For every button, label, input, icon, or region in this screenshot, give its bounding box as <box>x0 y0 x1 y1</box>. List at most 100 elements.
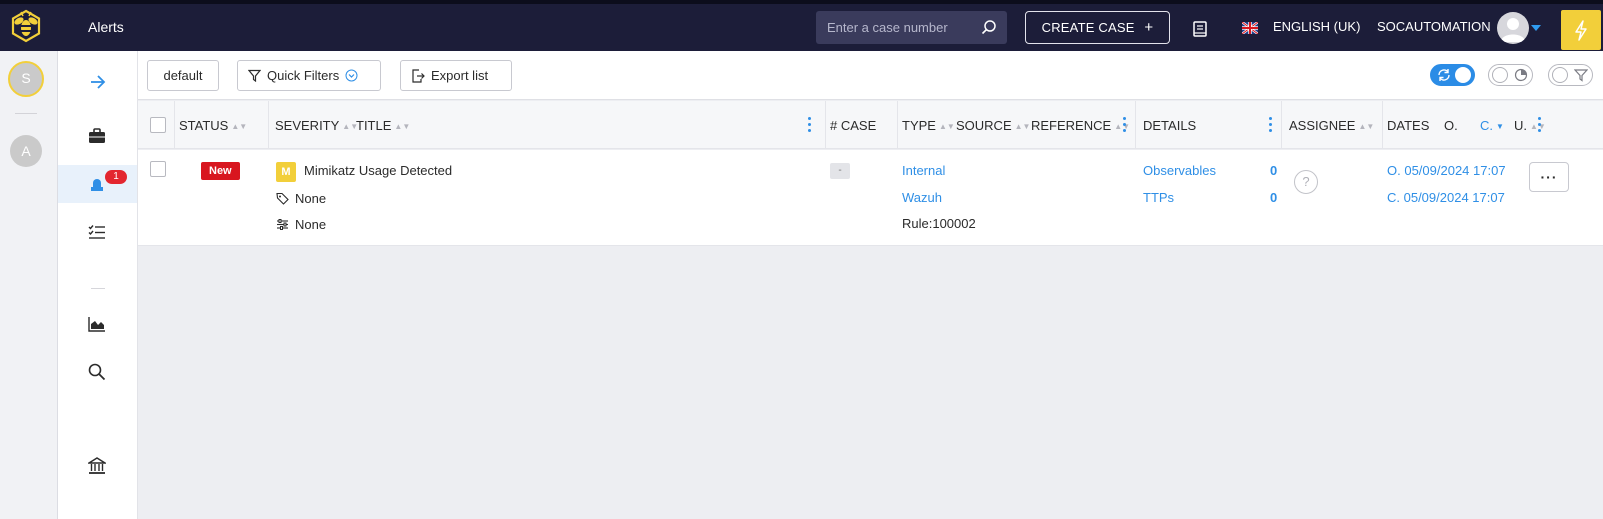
list-toolbar: default Quick Filters Export list <box>138 51 1603 100</box>
unassigned-icon[interactable]: ? <box>1294 170 1318 194</box>
uk-flag-icon[interactable] <box>1242 22 1258 34</box>
chevron-down-icon[interactable] <box>1531 25 1541 31</box>
user-initial-avatar[interactable]: A <box>10 135 42 167</box>
toggle-knob <box>1552 67 1568 83</box>
toggle-knob <box>1455 67 1471 83</box>
quick-filters-button[interactable]: Quick Filters <box>237 60 381 91</box>
column-divider <box>1281 101 1282 149</box>
quick-actions-button[interactable] <box>1561 10 1601 50</box>
column-divider <box>1382 101 1383 149</box>
column-header-case[interactable]: # CASE <box>830 118 876 133</box>
sidebar-item-search[interactable] <box>58 353 137 391</box>
pie-chart-icon <box>1514 68 1528 82</box>
default-filter-label: default <box>163 68 203 83</box>
alert-title[interactable]: Mimikatz Usage Detected <box>304 163 452 178</box>
column-divider <box>174 101 175 149</box>
sidebar-item-tasks[interactable] <box>58 214 137 252</box>
export-list-label: Export list <box>431 68 489 83</box>
column-header-type[interactable]: TYPE ▲▼ <box>902 118 955 133</box>
filter-icon <box>248 69 261 82</box>
sort-icon: ▲▼ <box>1014 122 1031 131</box>
stats-toggle[interactable] <box>1488 64 1533 86</box>
create-case-button[interactable]: CREATE CASE + <box>1025 11 1170 44</box>
status-badge: New <box>201 162 240 180</box>
sort-icon: ▲▼ <box>394 122 411 131</box>
alert-type[interactable]: Internal <box>902 163 945 178</box>
sidebar-expand[interactable] <box>58 63 137 101</box>
user-silhouette-icon <box>1501 18 1525 42</box>
observables-link[interactable]: Observables <box>1143 163 1216 178</box>
export-list-button[interactable]: Export list <box>400 60 512 91</box>
column-header-details[interactable]: DETAILS <box>1143 118 1196 133</box>
column-divider <box>897 101 898 149</box>
row-select-checkbox[interactable] <box>150 161 166 177</box>
language-selector[interactable]: ENGLISH (UK) <box>1273 19 1360 34</box>
user-avatar[interactable] <box>1497 12 1529 44</box>
case-search-input[interactable]: Enter a case number <box>816 11 1007 44</box>
search-icon[interactable] <box>981 19 997 35</box>
column-divider <box>825 101 826 149</box>
alert-reference: Rule:100002 <box>902 216 976 231</box>
sort-icon: ▲▼ <box>231 122 248 131</box>
column-header-severity[interactable]: SEVERITY ▲▼ <box>275 118 358 133</box>
rail-divider <box>15 113 37 114</box>
bank-icon <box>88 457 106 474</box>
export-icon <box>412 68 425 83</box>
sliders-icon <box>277 219 288 230</box>
arrow-right-icon <box>91 75 106 89</box>
column-menu-icon[interactable] <box>1123 117 1127 133</box>
sort-icon: ▲▼ <box>938 122 955 131</box>
org-avatar[interactable]: S <box>8 61 44 97</box>
column-header-source[interactable]: SOURCE ▲▼ <box>956 118 1030 133</box>
column-header-dates: DATES <box>1387 118 1430 133</box>
sort-by-created[interactable]: C. ▼ <box>1480 118 1504 133</box>
alerts-count-badge: 1 <box>105 170 127 184</box>
filters-panel-toggle[interactable] <box>1548 64 1593 86</box>
bolt-icon <box>1575 20 1587 41</box>
alert-tags: None <box>295 191 327 206</box>
chevron-down-circle-icon <box>345 69 358 82</box>
ttps-link[interactable]: TTPs <box>1143 190 1174 205</box>
organisation-name[interactable]: SOCAUTOMATION <box>1377 19 1491 34</box>
default-filter-button[interactable]: default <box>147 60 219 91</box>
ttps-count: 0 <box>1270 190 1278 205</box>
tag-icon <box>276 192 289 205</box>
alert-source[interactable]: Wazuh <box>902 190 942 205</box>
column-divider <box>1135 101 1136 149</box>
row-actions-button[interactable]: ··· <box>1529 162 1569 192</box>
sidebar-item-dashboards[interactable] <box>58 306 137 344</box>
alert-custom-fields: None <box>295 217 327 232</box>
date-occurred: O. 05/09/2024 17:07 <box>1387 163 1506 178</box>
column-header-status[interactable]: STATUS ▲▼ <box>179 118 247 133</box>
alert-siren-icon <box>91 179 103 191</box>
top-bar: Alerts Enter a case number CREATE CASE +… <box>0 4 1603 51</box>
sort-icon: ▲▼ <box>1358 122 1375 131</box>
sidebar-item-organisation[interactable] <box>58 447 137 485</box>
briefcase-icon <box>89 128 105 143</box>
thehive-logo-icon[interactable] <box>8 9 44 47</box>
sort-by-occurred[interactable]: O. <box>1444 118 1458 133</box>
main-content: default Quick Filters Export list STATUS… <box>138 51 1603 519</box>
table-row[interactable]: New M Mimikatz Usage Detected None None … <box>138 150 1603 246</box>
search-icon <box>88 363 106 381</box>
quick-filters-label: Quick Filters <box>267 68 340 83</box>
table-header: STATUS ▲▼ SEVERITY ▲▼ TITLE ▲▼ # CASE TYPE ▲… <box>138 101 1603 149</box>
select-all-checkbox[interactable] <box>150 117 166 133</box>
column-menu-icon[interactable] <box>1538 117 1542 133</box>
sidebar-divider <box>91 288 105 289</box>
sidebar-item-alerts[interactable]: 1 <box>58 165 137 203</box>
auto-refresh-toggle[interactable] <box>1430 64 1475 86</box>
filter-icon <box>1574 69 1588 82</box>
column-menu-icon[interactable] <box>808 117 812 133</box>
page-title: Alerts <box>88 19 124 35</box>
column-menu-icon[interactable] <box>1269 117 1273 133</box>
column-header-reference[interactable]: REFERENCE ▲▼ <box>1031 118 1130 133</box>
case-search-placeholder: Enter a case number <box>827 20 948 35</box>
sidebar-item-cases[interactable] <box>58 118 137 156</box>
observables-count: 0 <box>1270 163 1278 178</box>
book-icon[interactable] <box>1193 21 1207 37</box>
column-header-title[interactable]: TITLE ▲▼ <box>356 118 410 133</box>
date-created: C. 05/09/2024 17:07 <box>1387 190 1505 205</box>
side-navigation: 1 <box>58 51 138 519</box>
column-header-assignee[interactable]: ASSIGNEE ▲▼ <box>1289 118 1374 133</box>
